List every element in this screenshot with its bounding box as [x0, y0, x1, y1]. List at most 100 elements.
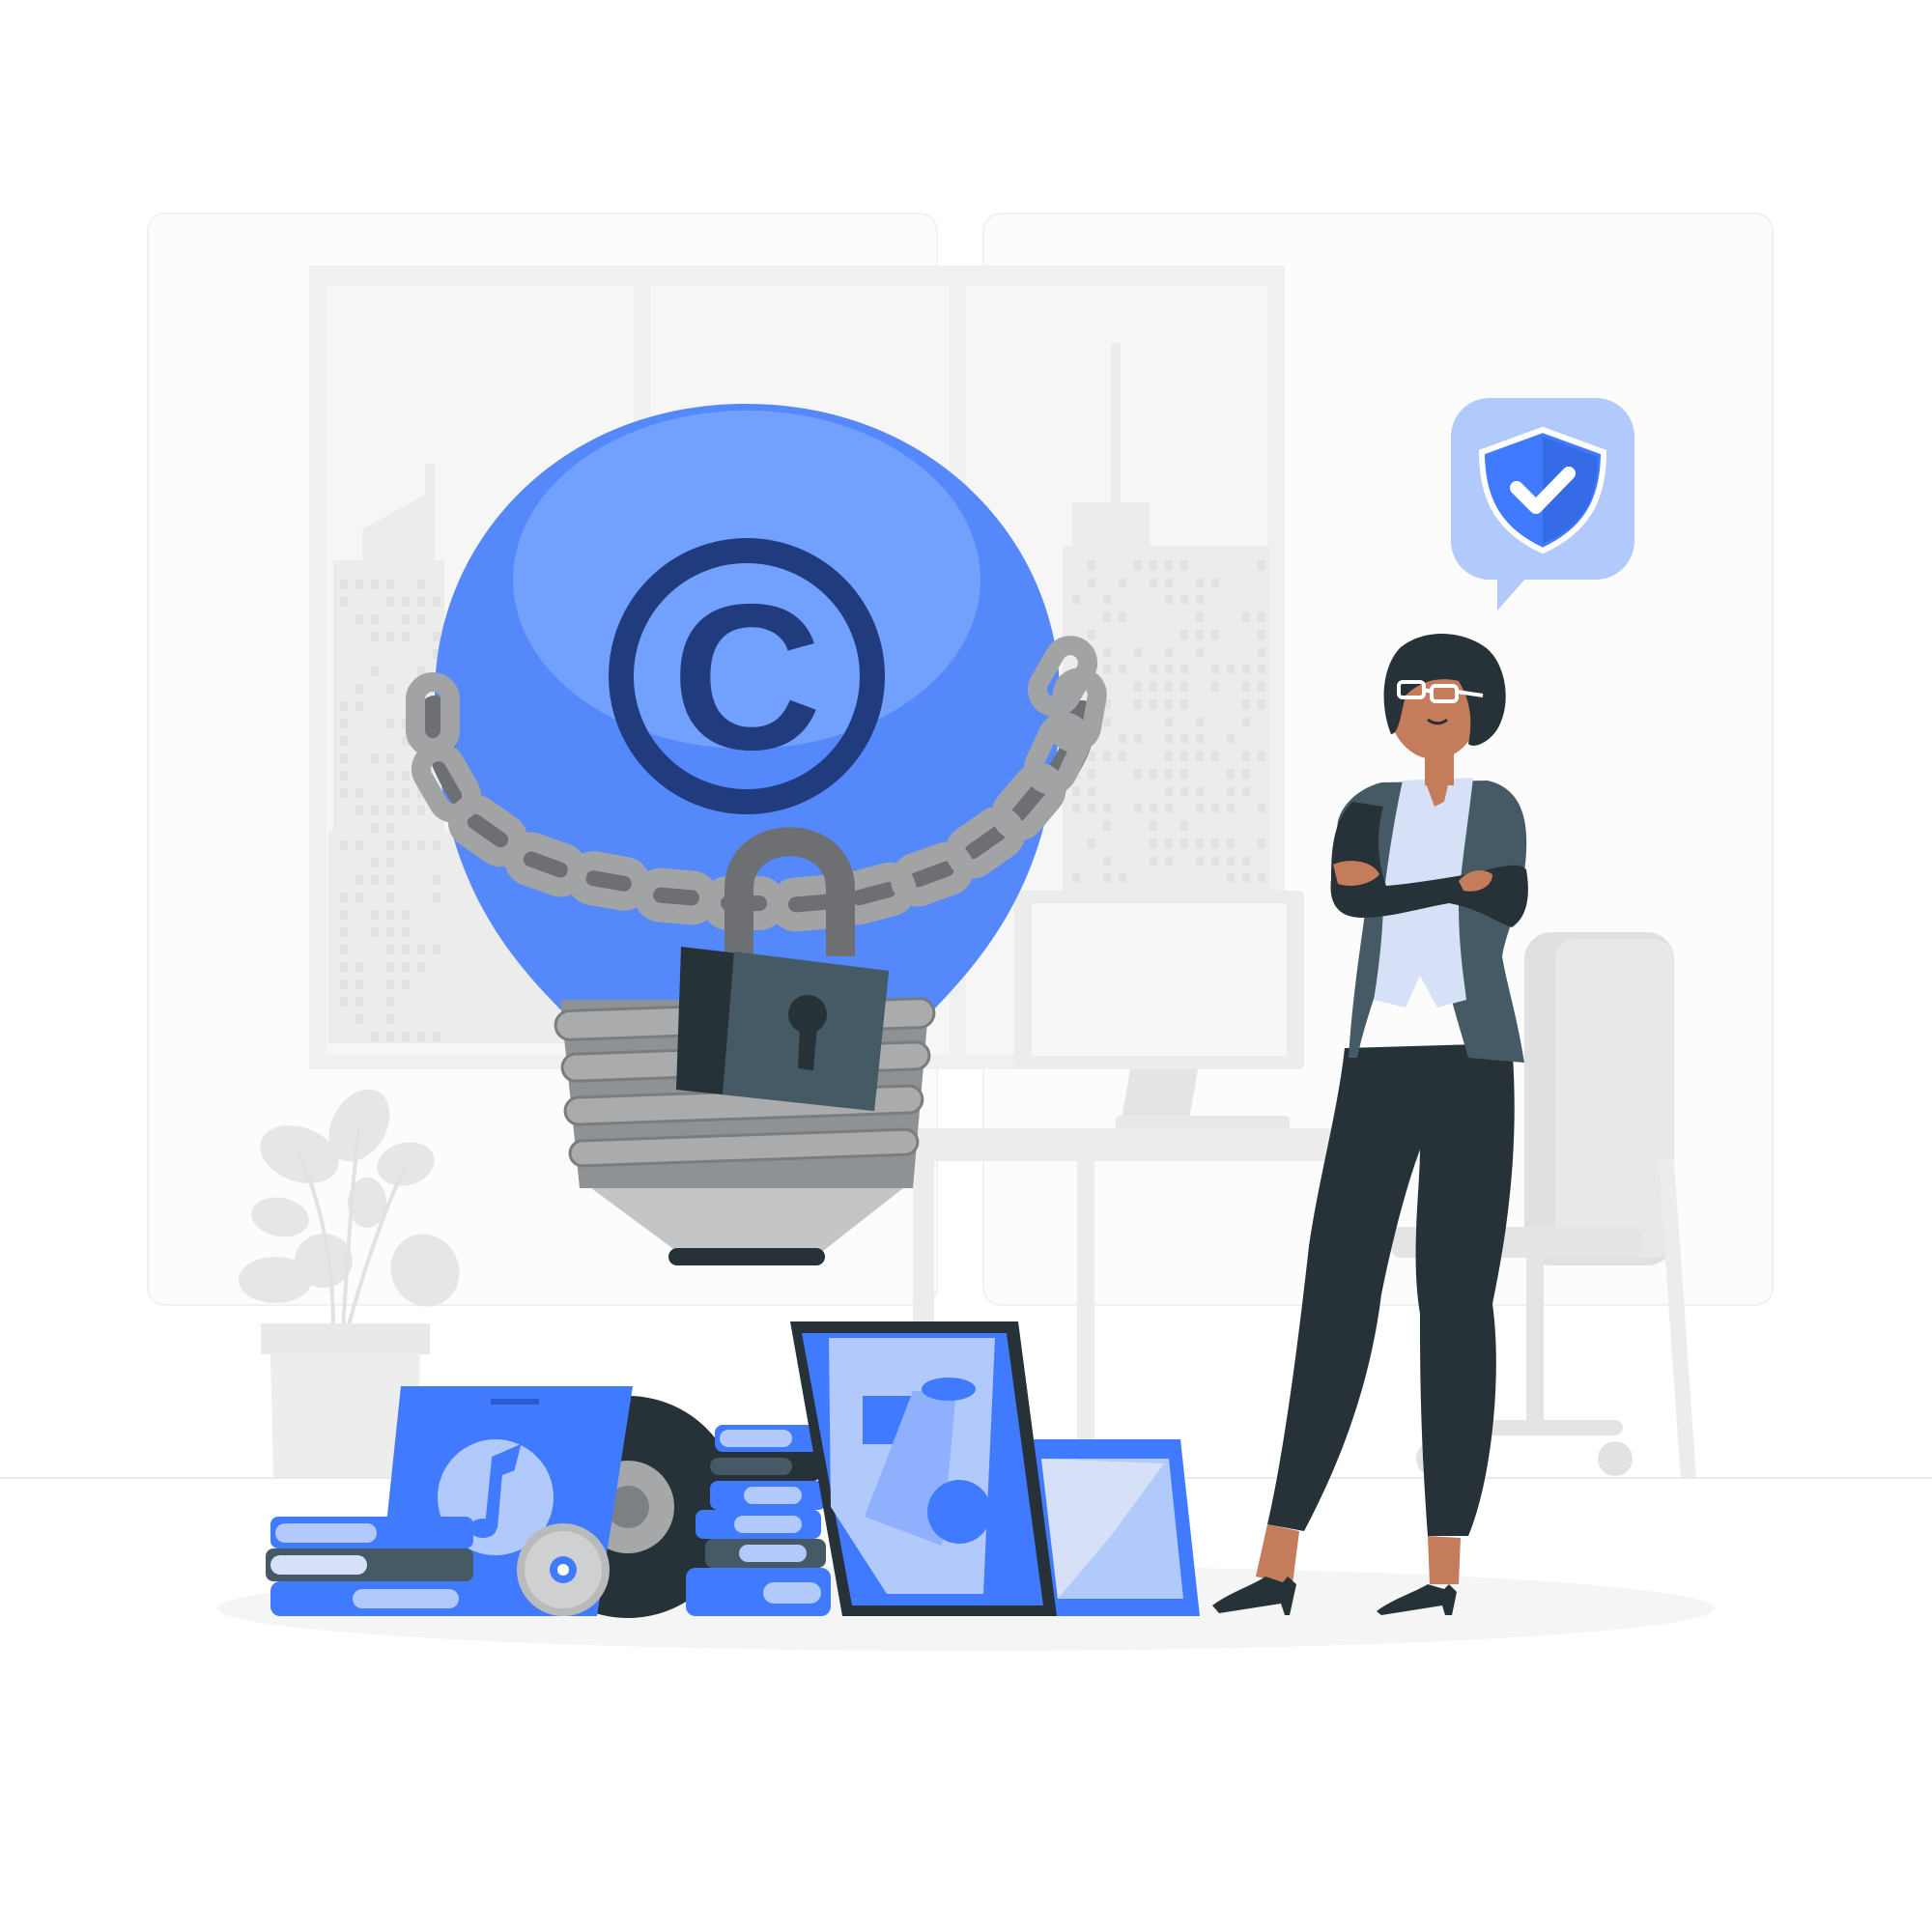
building-window	[1150, 838, 1157, 848]
building-window	[402, 1032, 410, 1041]
copyright-letter: C	[671, 560, 821, 793]
building-window	[1242, 699, 1250, 709]
building-window	[340, 893, 348, 902]
building-window	[371, 858, 379, 867]
copyright-illustration: C	[0, 0, 1932, 1932]
building-window	[371, 1032, 379, 1041]
building-window	[1165, 804, 1173, 813]
building-window	[386, 788, 394, 798]
building-window	[1258, 699, 1265, 709]
building-window	[340, 771, 348, 781]
building-window	[371, 875, 379, 885]
building-window	[1119, 612, 1126, 622]
building-window	[1180, 752, 1188, 761]
building-window	[340, 840, 348, 850]
building-window	[1196, 856, 1204, 866]
building-window	[1211, 856, 1219, 866]
building-window	[1119, 734, 1126, 744]
plant-pot-rim	[261, 1323, 430, 1354]
building-window	[1088, 769, 1095, 779]
building-window	[1103, 804, 1111, 813]
building-window	[1242, 856, 1250, 866]
building-window	[1088, 786, 1095, 796]
building-window	[1103, 873, 1111, 883]
building-window	[371, 632, 379, 641]
building-window	[1088, 838, 1095, 848]
building-window	[1165, 560, 1173, 570]
building-window	[371, 806, 379, 815]
building-window	[1227, 786, 1235, 796]
building-window	[1150, 856, 1157, 866]
building-window	[386, 997, 394, 1007]
building-window	[340, 736, 348, 746]
building-window	[1242, 786, 1250, 796]
building-window	[1180, 838, 1188, 848]
building-window	[386, 875, 394, 885]
building-window	[1180, 769, 1188, 779]
building-window	[417, 580, 425, 589]
building-window	[1088, 752, 1095, 761]
building-window	[386, 858, 394, 867]
building-window	[433, 875, 440, 885]
building-window	[1211, 752, 1219, 761]
building-window	[1150, 769, 1157, 779]
building-window	[355, 980, 363, 989]
building-window	[1196, 838, 1204, 848]
building-window	[417, 614, 425, 624]
building-window	[433, 597, 440, 607]
building-window	[1119, 873, 1126, 883]
building-window	[1242, 717, 1250, 726]
building-window	[371, 823, 379, 833]
building-window	[1227, 734, 1235, 744]
building-window	[1180, 595, 1188, 605]
building-window	[340, 753, 348, 763]
building-window	[1180, 699, 1188, 709]
building-window	[1211, 630, 1219, 639]
building-window	[433, 1032, 440, 1041]
building-window	[340, 945, 348, 954]
building-window	[386, 980, 394, 989]
building-window	[340, 910, 348, 920]
building-window	[1072, 873, 1080, 883]
building-window	[386, 962, 394, 972]
building-window	[1242, 612, 1250, 622]
building-window	[1165, 838, 1173, 848]
building-window	[1196, 804, 1204, 813]
building-window	[1196, 752, 1204, 761]
building-window	[433, 893, 440, 902]
building-window	[1180, 682, 1188, 692]
building-window	[1119, 578, 1126, 587]
building-window	[1165, 647, 1173, 657]
building-window	[340, 927, 348, 937]
building-window	[417, 962, 425, 972]
building-window	[340, 701, 348, 711]
building-window	[433, 840, 440, 850]
building-window	[1134, 560, 1142, 570]
building-window	[355, 806, 363, 815]
building-window	[433, 632, 440, 641]
building-window	[1103, 647, 1111, 657]
building-window	[402, 980, 410, 989]
building-window	[386, 927, 394, 937]
building-window	[1134, 647, 1142, 657]
building-window	[355, 684, 363, 694]
building-window	[1103, 856, 1111, 866]
building-window	[1242, 682, 1250, 692]
building-window	[402, 614, 410, 624]
building-window	[402, 771, 410, 781]
building-window	[355, 614, 363, 624]
building-window	[340, 997, 348, 1007]
building-window	[371, 580, 379, 589]
building-window	[1211, 804, 1219, 813]
building-window	[1211, 682, 1219, 692]
building-window	[1150, 682, 1157, 692]
building-window	[1180, 734, 1188, 744]
building-window	[1180, 821, 1188, 831]
building-window	[371, 927, 379, 937]
building-window	[1103, 821, 1111, 831]
building-window	[355, 875, 363, 885]
building-window	[1088, 630, 1095, 639]
building-window	[1165, 578, 1173, 587]
building-window	[402, 597, 410, 607]
building-window	[1150, 578, 1157, 587]
